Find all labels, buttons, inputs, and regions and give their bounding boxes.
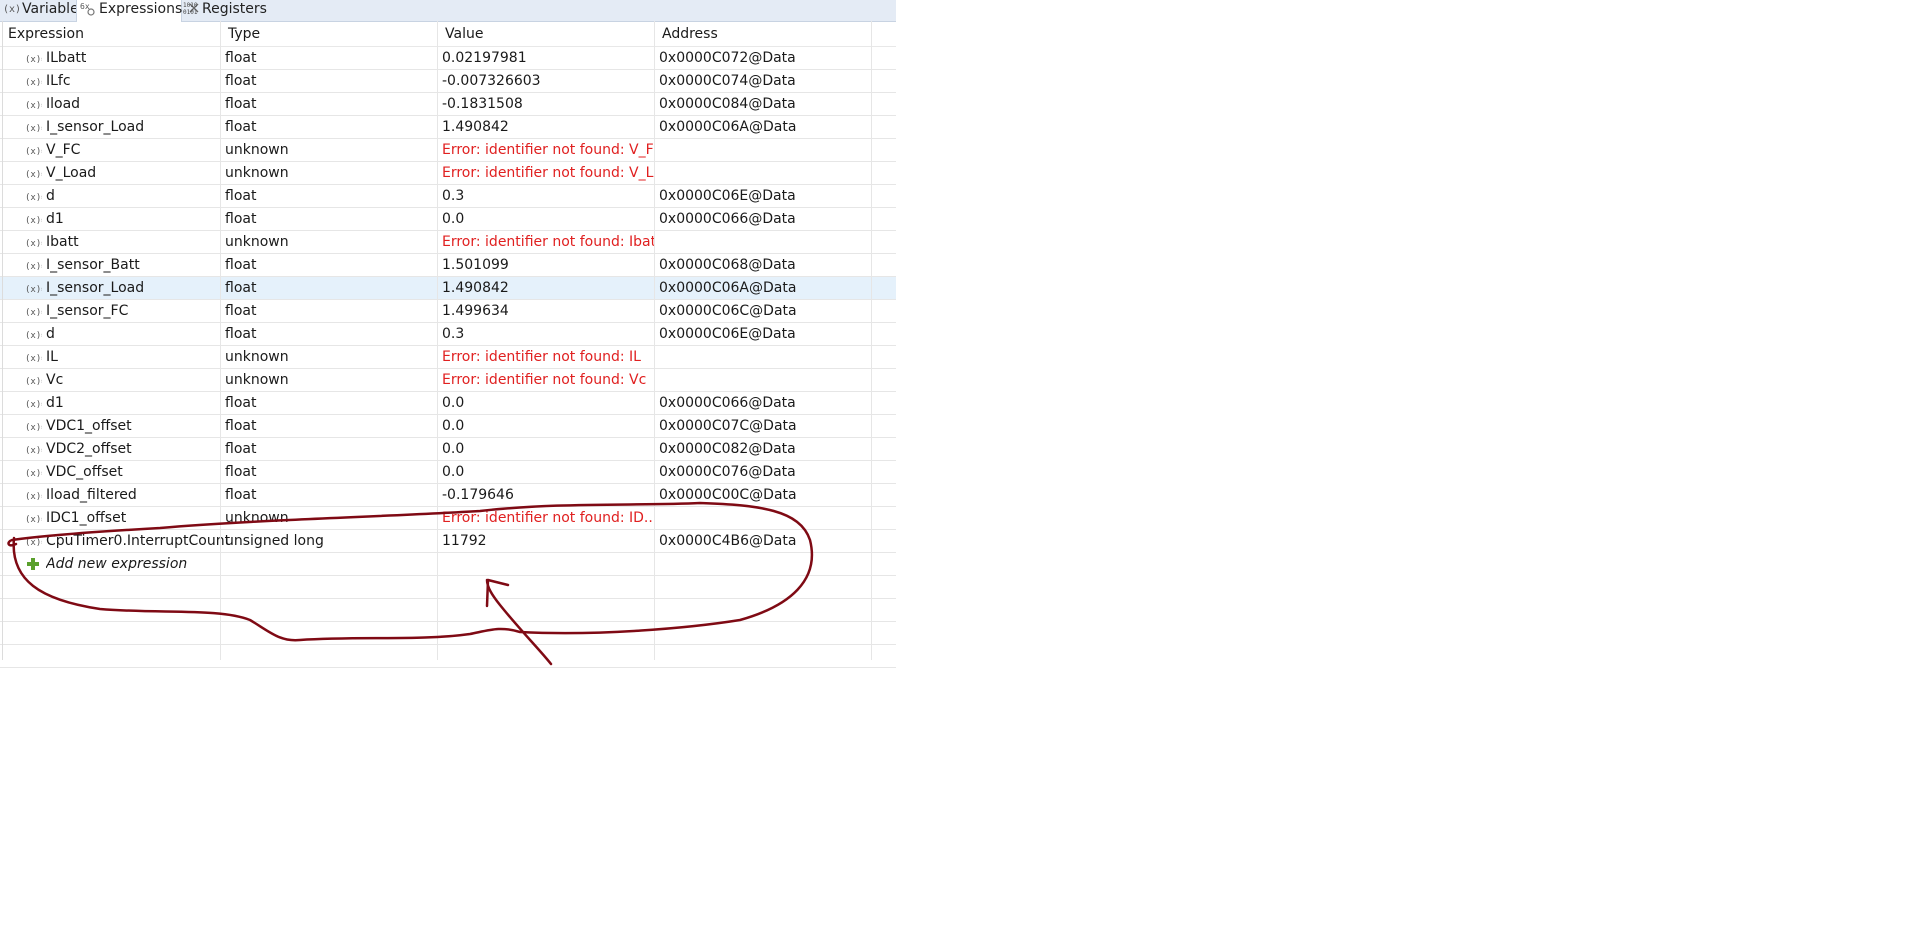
hand-drawn-annotation	[7, 501, 814, 666]
annotation-arrow-shaft	[485, 578, 553, 666]
annotation-loop	[7, 501, 814, 642]
